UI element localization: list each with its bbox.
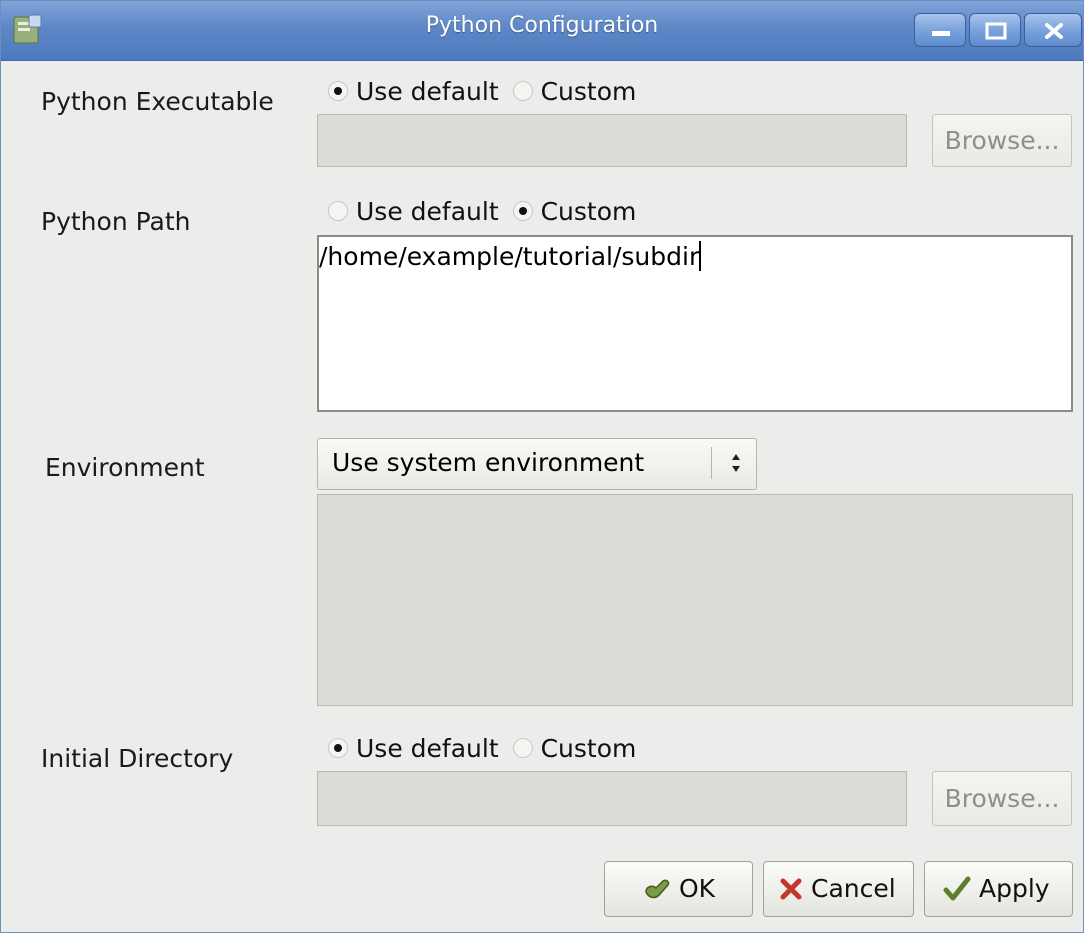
- initial-directory-label: Initial Directory: [41, 744, 234, 773]
- radio-unselected-icon: [512, 81, 533, 101]
- apply-label: Apply: [979, 874, 1050, 903]
- python-path-radio-group: Use default Custom: [328, 197, 642, 226]
- ok-label: OK: [679, 874, 716, 903]
- cancel-x-icon: [780, 878, 802, 900]
- checkmark-icon: [943, 876, 971, 901]
- updown-arrows-icon: [732, 454, 740, 472]
- executable-browse-button[interactable]: Browse...: [932, 114, 1072, 167]
- python-path-textarea[interactable]: /home/example/tutorial/subdir: [317, 235, 1073, 412]
- minimize-icon: [932, 31, 950, 36]
- executable-use-default-radio[interactable]: Use default: [328, 77, 499, 106]
- ok-button[interactable]: OK: [604, 861, 753, 917]
- minimize-button[interactable]: [914, 13, 966, 47]
- initial-directory-custom-radio[interactable]: Custom: [512, 734, 636, 763]
- environment-variables-area: [317, 494, 1073, 706]
- python-path-use-default-radio[interactable]: Use default: [328, 197, 499, 226]
- title-bar[interactable]: Python Configuration: [1, 1, 1083, 61]
- initial-directory-radio-group: Use default Custom: [328, 734, 642, 763]
- initial-directory-use-default-radio[interactable]: Use default: [328, 734, 499, 763]
- environment-label: Environment: [45, 453, 205, 482]
- executable-path-field: [317, 114, 907, 167]
- radio-selected-icon: [328, 81, 348, 101]
- maximize-button[interactable]: [969, 13, 1021, 47]
- radio-unselected-icon: [328, 201, 348, 221]
- cancel-button[interactable]: Cancel: [763, 861, 914, 917]
- initial-directory-path-field: [317, 771, 907, 826]
- python-path-custom-radio[interactable]: Custom: [512, 197, 636, 226]
- close-button[interactable]: [1024, 13, 1082, 47]
- python-path-label: Python Path: [41, 207, 191, 236]
- radio-unselected-icon: [512, 738, 533, 758]
- executable-radio-group: Use default Custom: [328, 77, 642, 106]
- select-separator: [711, 447, 712, 479]
- environment-selected-value: Use system environment: [332, 448, 645, 477]
- apply-button[interactable]: Apply: [924, 861, 1073, 917]
- python-configuration-dialog: Python Configuration Python Executable U…: [0, 0, 1084, 933]
- text-caret: [699, 241, 702, 271]
- initial-directory-browse-button[interactable]: Browse...: [932, 771, 1072, 826]
- ok-icon: [645, 879, 670, 899]
- close-icon: [1045, 23, 1063, 39]
- radio-selected-icon: [328, 738, 348, 758]
- executable-custom-radio[interactable]: Custom: [512, 77, 636, 106]
- maximize-icon: [985, 22, 1007, 40]
- python-executable-label: Python Executable: [41, 87, 274, 116]
- radio-selected-icon: [512, 201, 533, 221]
- cancel-label: Cancel: [811, 874, 896, 903]
- python-path-value: /home/example/tutorial/subdir: [319, 242, 700, 271]
- environment-select[interactable]: Use system environment: [317, 438, 757, 490]
